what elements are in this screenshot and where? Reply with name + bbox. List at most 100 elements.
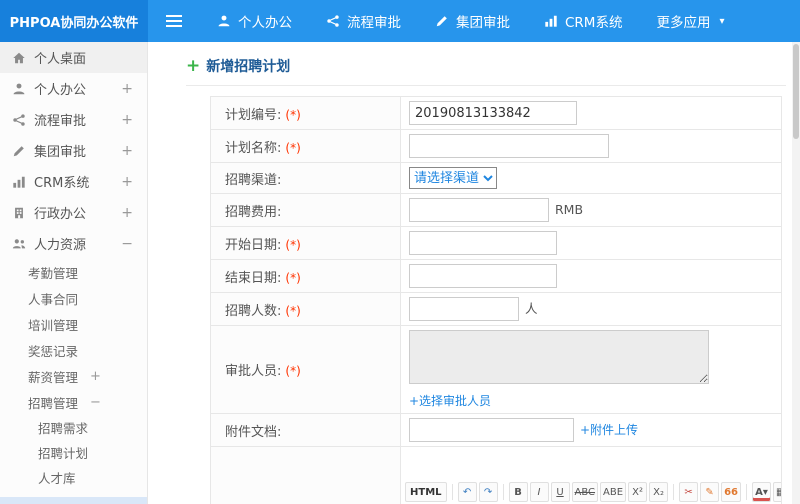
user-icon (13, 83, 25, 94)
choose-approver-link[interactable]: +选择审批人员 (409, 394, 491, 408)
editor-superscript-button[interactable]: X² (628, 482, 648, 502)
plus-icon: + (186, 55, 201, 76)
nav-crm-system[interactable]: CRM系统 (527, 0, 639, 42)
expand-icon[interactable]: + (121, 175, 133, 189)
sidebar-item-label: 人事合同 (28, 291, 79, 307)
expand-icon[interactable]: + (121, 206, 133, 220)
field-label: 招聘渠道: (225, 172, 282, 188)
sidebar-item-personal-office[interactable]: 个人办公 + (0, 73, 147, 104)
edit-icon (13, 145, 24, 156)
users-icon (12, 238, 26, 248)
editor-strikethrough-button[interactable]: ABC (571, 482, 599, 502)
flow-icon (13, 113, 25, 126)
plan-no-input[interactable] (409, 101, 577, 125)
sidebar-item-admin-office[interactable]: 行政办公 + (0, 197, 147, 228)
page-header: + 新增招聘计划 (186, 42, 786, 86)
editor-table-button[interactable]: ▦▾ (772, 482, 781, 502)
editor-bold-button[interactable]: B (508, 482, 528, 502)
sidebar-item-label: 奖惩记录 (28, 343, 79, 359)
sidebar-item-crm[interactable]: CRM系统 + (0, 166, 147, 197)
required-mark: (*) (285, 364, 301, 378)
required-mark: (*) (285, 107, 301, 122)
editor-underline-button[interactable]: U (550, 482, 570, 502)
caret-down-icon: ▾ (719, 15, 725, 27)
sidebar-item-recruit-demand[interactable]: 招聘需求 (0, 415, 147, 440)
currency-suffix: RMB (555, 201, 584, 217)
editor-toolbar-row1: HTML ↶ ↷ B I U ABC ABE X² X₂ ✂ ✎ 66 A▾ (401, 478, 781, 504)
sidebar-item-hr-contract[interactable]: 人事合同 (0, 285, 147, 311)
sidebar-item-label: 招聘计划 (38, 446, 89, 461)
bar-chart-icon (13, 176, 25, 188)
channel-select[interactable]: 请选择渠道 (409, 167, 497, 189)
plan-name-input[interactable] (409, 134, 609, 158)
editor-subscript-button[interactable]: X₂ (649, 482, 669, 502)
sidebar-item-label: 人力资源 (34, 238, 87, 253)
editor-cut-button[interactable]: ✂ (679, 482, 699, 502)
unit-suffix: 人 (525, 300, 538, 316)
sidebar-item-label: 招聘管理 (28, 395, 79, 411)
home-icon (13, 52, 25, 63)
expand-icon[interactable]: + (90, 369, 101, 384)
menu-toggle-icon[interactable] (148, 0, 200, 42)
collapse-icon[interactable]: − (121, 237, 133, 251)
sidebar-item-group-approval[interactable]: 集团审批 + (0, 135, 147, 166)
sidebar-item-label: 薪资管理 (28, 369, 79, 385)
editor-blockquote-button[interactable]: 66 (721, 482, 741, 502)
sidebar-item-recruit-plan[interactable]: 招聘计划 (0, 440, 147, 465)
sidebar-item-attendance[interactable]: 考勤管理 (0, 259, 147, 285)
sidebar-item-recruitment[interactable]: 招聘管理 − (0, 389, 147, 415)
user-icon (218, 15, 230, 27)
required-mark: (*) (285, 270, 301, 285)
approver-textarea[interactable] (409, 330, 709, 384)
main-content: + 新增招聘计划 计划编号:(*) 计划名称:(*) 招聘渠道: 请选择渠道 招… (148, 42, 800, 504)
sidebar-item-label: 招聘需求 (38, 421, 89, 436)
form-row-start-date: 开始日期: (*) (210, 226, 782, 260)
editor-italic-button[interactable]: I (529, 482, 549, 502)
building-icon (15, 207, 23, 218)
editor-source-button[interactable]: HTML (405, 482, 447, 502)
sidebar-item-label: 考勤管理 (28, 265, 79, 281)
sidebar-item-training[interactable]: 培训管理 (0, 311, 147, 337)
sidebar-item-salary[interactable]: 薪资管理 + (0, 363, 147, 389)
sidebar-item-label: 行政办公 (34, 207, 87, 222)
headcount-input[interactable] (409, 297, 519, 321)
field-label: 计划编号: (225, 107, 282, 123)
expand-icon[interactable]: + (121, 144, 133, 158)
editor-undo-button[interactable]: ↶ (457, 482, 477, 502)
sidebar-item-process-approval[interactable]: 流程审批 + (0, 104, 147, 135)
sidebar-item-label: 流程审批 (34, 114, 87, 129)
editor-redo-button[interactable]: ↷ (478, 482, 498, 502)
field-label: 附件文档: (225, 424, 282, 440)
top-navbar: PHPOA协同办公软件 个人办公 流程审批 集团审批 CRM系统 更多应用 ▾ (0, 0, 800, 42)
required-mark: (*) (285, 140, 301, 155)
form-row-content-editor: HTML ↶ ↷ B I U ABC ABE X² X₂ ✂ ✎ 66 A▾ (210, 446, 782, 504)
sidebar-item-hr[interactable]: 人力资源 − (0, 228, 147, 259)
required-mark: (*) (285, 303, 301, 318)
attachment-input[interactable] (409, 418, 574, 442)
expand-icon[interactable]: + (121, 113, 133, 127)
sidebar-item-talent-pool[interactable]: 人才库 (0, 465, 147, 490)
vertical-scrollbar[interactable] (792, 42, 800, 504)
editor-font-color-button[interactable]: A▾ (751, 482, 771, 502)
end-date-input[interactable] (409, 264, 557, 288)
sidebar-item-desktop[interactable]: 个人桌面 (0, 42, 147, 73)
fee-input[interactable] (409, 198, 549, 222)
flow-icon (327, 15, 339, 27)
form-row-plan-no: 计划编号: (*) (210, 96, 782, 130)
expand-icon[interactable]: + (121, 82, 133, 96)
collapse-icon[interactable]: − (90, 395, 101, 410)
scrollbar-thumb[interactable] (793, 44, 799, 139)
nav-label: 流程审批 (347, 15, 401, 31)
sidebar-item-rewards[interactable]: 奖惩记录 (0, 337, 147, 363)
field-label: 招聘费用: (225, 204, 282, 220)
attachment-upload-link[interactable]: +附件上传 (580, 423, 638, 437)
start-date-input[interactable] (409, 231, 557, 255)
editor-format-button[interactable]: ABE (600, 482, 627, 502)
editor-pen-button[interactable]: ✎ (700, 482, 720, 502)
nav-more-apps[interactable]: 更多应用 ▾ (639, 0, 741, 42)
form-row-end-date: 结束日期: (*) (210, 259, 782, 293)
nav-personal-office[interactable]: 个人办公 (200, 0, 309, 42)
nav-process-approval[interactable]: 流程审批 (309, 0, 418, 42)
nav-group-approval[interactable]: 集团审批 (418, 0, 527, 42)
sidebar-item-label: CRM系统 (34, 176, 90, 191)
